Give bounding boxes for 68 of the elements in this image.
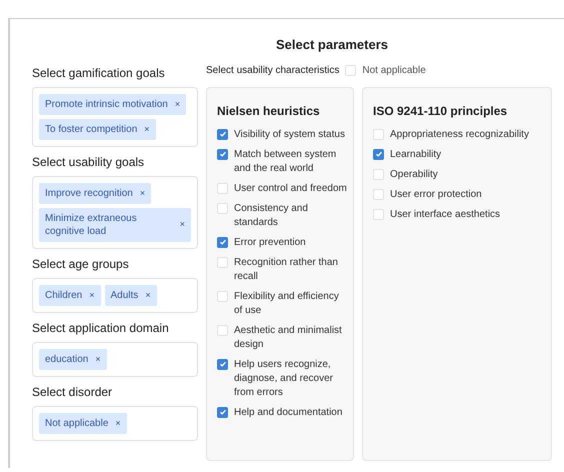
section-label: Select usability characteristics — [206, 64, 340, 78]
checkbox-label: Error prevention — [234, 236, 306, 250]
multi-select-field[interactable]: Promote intrinsic motivation × To foster competition × — [32, 86, 198, 146]
group-title: Nielsen heuristics — [217, 102, 321, 120]
checkbox-label: Recognition rather than recall — [234, 256, 339, 284]
multi-select-field[interactable]: education × — [32, 342, 198, 376]
multi-select-field[interactable]: Children × Adults × — [32, 278, 198, 312]
checkbox[interactable] — [217, 236, 228, 248]
checkbox-label: Learnability — [390, 148, 442, 162]
remove-icon[interactable]: × — [180, 218, 185, 231]
checkbox-label: Visibility of system status — [234, 128, 345, 142]
checkbox[interactable] — [217, 148, 228, 160]
checkbox[interactable] — [373, 128, 384, 140]
checkbox-label: User error protection — [390, 188, 482, 202]
checkbox-label: Aesthetic and minimalist design — [234, 324, 343, 352]
checkbox-label: Flexibility and efficiency of use — [234, 290, 340, 318]
checkmark-icon — [218, 130, 226, 138]
select-label: Select application domain — [32, 320, 170, 336]
dialog-title: Select parameters — [274, 36, 389, 54]
tag-chip[interactable]: Not applicable × — [39, 412, 127, 434]
checkbox[interactable] — [373, 148, 384, 160]
remove-icon[interactable]: × — [174, 98, 180, 110]
checkbox[interactable] — [217, 406, 228, 418]
checkmark-icon — [218, 150, 226, 158]
checkbox[interactable] — [373, 208, 384, 220]
checkbox-label: Not applicable — [362, 64, 426, 78]
checkbox[interactable] — [373, 168, 384, 180]
multi-select-field[interactable]: Improve recognition × Minimize extraneous cognitive load × — [32, 176, 198, 248]
checkbox[interactable] — [217, 290, 228, 302]
tag-chip[interactable]: Improve recognition × — [39, 182, 152, 204]
checkbox-label: Appropriateness recognizability — [390, 128, 529, 142]
remove-icon[interactable]: × — [89, 288, 95, 302]
checkbox-label: Help users recognize, diagnose, and recover from errors — [234, 358, 334, 400]
checkbox-label: Match between system and the real world — [234, 148, 338, 176]
tag-chip[interactable]: education × — [39, 348, 107, 370]
checkmark-icon — [218, 408, 226, 416]
select-label: Select gamification goals — [32, 64, 166, 80]
select-label: Select disorder — [32, 384, 114, 400]
checkbox[interactable] — [217, 256, 228, 268]
checkmark-icon — [218, 360, 226, 368]
checkbox-label: User control and freedom — [234, 182, 347, 196]
remove-icon[interactable]: × — [145, 288, 151, 302]
checkbox[interactable] — [345, 65, 356, 76]
remove-icon[interactable]: × — [144, 122, 150, 136]
checkbox-label: Help and documentation — [234, 406, 342, 420]
checkbox[interactable] — [217, 182, 228, 194]
checkbox-label: Consistency and standards — [234, 202, 309, 230]
multi-select-field[interactable]: Not applicable × — [32, 406, 198, 440]
checkbox[interactable] — [217, 128, 228, 140]
checkbox-label: Operability — [390, 168, 438, 182]
tag-chip[interactable]: Adults × — [104, 284, 157, 306]
tag-chip[interactable]: Children × — [39, 284, 101, 306]
checkmark-icon — [218, 238, 226, 246]
checkbox[interactable] — [217, 358, 228, 370]
checkbox[interactable] — [217, 202, 228, 214]
remove-icon[interactable]: × — [95, 352, 101, 366]
tag-chip[interactable]: Promote intrinsic motivation × — [39, 94, 186, 114]
remove-icon[interactable]: × — [115, 416, 121, 430]
checkbox[interactable] — [217, 324, 228, 336]
select-label: Select usability goals — [32, 154, 146, 170]
checkmark-icon — [374, 150, 382, 158]
select-label: Select age groups — [32, 256, 130, 272]
remove-icon[interactable]: × — [140, 186, 146, 200]
checkbox-label: User interface aesthetics — [390, 208, 500, 222]
group-title: ISO 9241-110 principles — [373, 102, 508, 120]
tag-chip[interactable]: To foster competition × — [39, 118, 156, 140]
checkbox[interactable] — [373, 188, 384, 200]
tag-chip[interactable]: Minimize extraneous cognitive load × — [39, 208, 191, 242]
